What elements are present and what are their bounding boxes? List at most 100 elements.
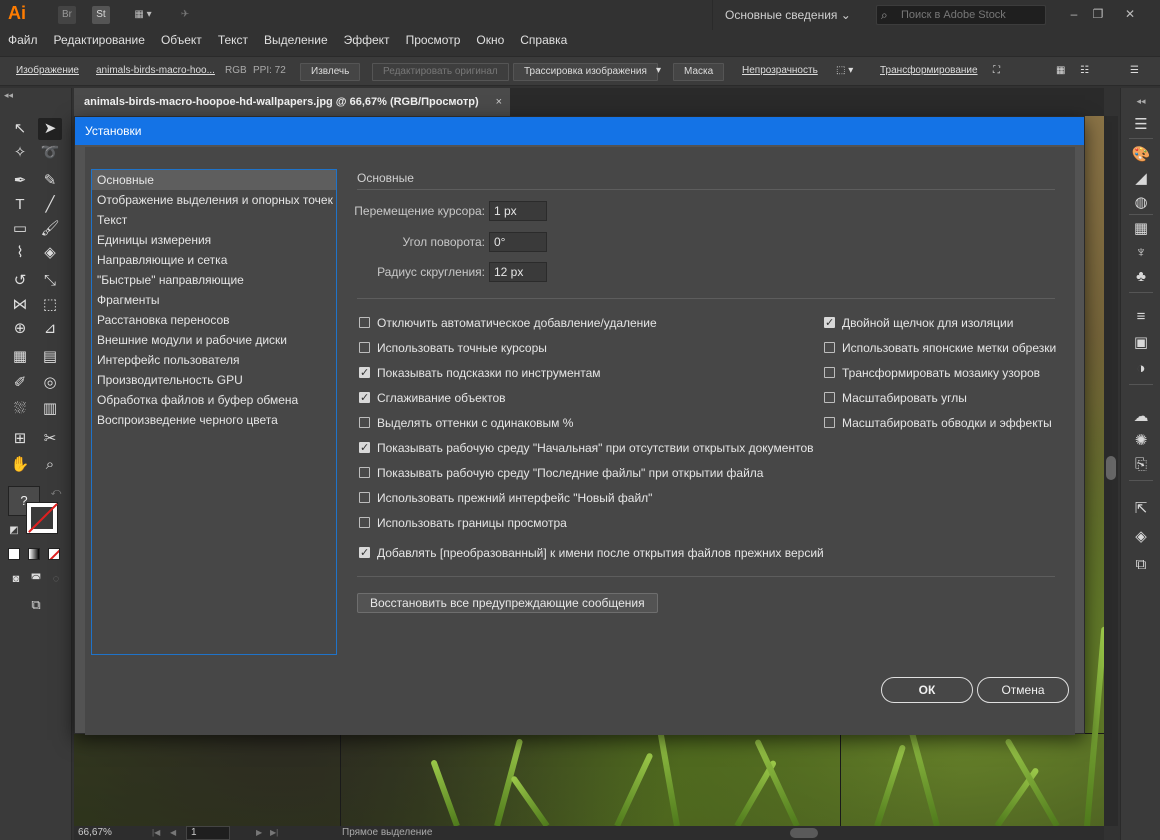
blend-tool-icon[interactable]: ◎ [38,372,62,394]
menu-object[interactable]: Объект [153,30,210,50]
type-tool-icon[interactable]: T [8,194,32,216]
curvature-tool-icon[interactable]: ✎ [38,170,62,192]
stock-button[interactable]: St [92,6,110,24]
asset-export-icon[interactable]: ⎘ [1129,454,1153,476]
category-file-handling[interactable]: Обработка файлов и буфер обмена [92,390,336,410]
zoom-tool-icon[interactable]: ⌕ [38,454,62,476]
gradient-mode-icon[interactable] [28,548,40,560]
close-tab-icon[interactable]: × [496,88,502,116]
export-panel-icon[interactable]: ⇱ [1129,498,1153,520]
panel-arrange-icon[interactable]: ▦ [1056,63,1065,79]
gradient-tool-icon[interactable]: ▤ [38,346,62,368]
horizontal-scroll-thumb[interactable] [790,828,818,838]
magic-wand-tool-icon[interactable]: ✧ [8,142,32,164]
checkbox-show-start-workspace[interactable]: Показывать рабочую среду "Начальная" при… [359,440,814,456]
checkbox-precise-cursors[interactable]: Использовать точные курсоры [359,340,547,356]
control-panel-menu-icon[interactable]: ☷ [1080,63,1089,79]
checkbox-box[interactable] [824,342,835,353]
swap-fill-stroke-icon[interactable]: ⤺ [44,482,68,504]
cancel-button[interactable]: Отмена [977,677,1069,703]
close-icon[interactable]: ✕ [1120,4,1140,24]
default-fill-stroke-icon[interactable]: ◩ [2,520,26,542]
extract-button[interactable]: Извлечь [300,63,361,81]
checkbox-box[interactable] [359,317,370,328]
checkbox-box[interactable] [824,417,835,428]
transform-link[interactable]: Трансформирование [880,63,978,79]
symbol-sprayer-tool-icon[interactable]: ⛆ [8,398,32,420]
align-to-icon[interactable]: ⬚ ▾ [836,63,853,79]
selection-tool-icon[interactable]: ↖ [8,118,32,140]
category-slices[interactable]: Фрагменты [92,290,336,310]
opacity-link[interactable]: Непрозрачность [742,63,818,79]
hand-tool-icon[interactable]: ✋ [8,454,32,476]
constrain-angle-input[interactable]: 0° [489,232,547,252]
checkbox-scale-corners[interactable]: Масштабировать углы [824,390,967,406]
eraser-tool-icon[interactable]: ◈ [38,242,62,264]
width-tool-icon[interactable]: ⋈ [8,294,32,316]
slice-tool-icon[interactable]: ✂ [38,428,62,450]
vertical-scrollbar[interactable] [1104,116,1118,826]
draw-inside-icon[interactable]: ◌ [44,568,68,590]
color-mode-icon[interactable] [8,548,20,560]
color-guide-icon[interactable]: ◢ [1129,168,1153,190]
checkbox-legacy-new-file[interactable]: Использовать прежний интерфейс "Новый фа… [359,490,652,506]
artboard-number-input[interactable]: 1 [186,826,230,840]
brushes-panel-icon[interactable]: ♆ [1129,242,1153,264]
layers-panel-icon[interactable]: ◈ [1129,526,1153,548]
artboard-tool-icon[interactable]: ⊞ [8,428,32,450]
mask-button[interactable]: Маска [673,63,725,81]
checkbox-box[interactable] [824,315,835,331]
restore-icon[interactable]: ❐ [1088,4,1108,24]
none-mode-icon[interactable] [48,548,60,560]
category-plugins-scratch-disks[interactable]: Внешние модули и рабочие диски [92,330,336,350]
checkbox-box[interactable] [824,392,835,403]
free-transform-tool-icon[interactable]: ⬚ [38,294,62,316]
scale-tool-icon[interactable]: ⤡ [38,270,62,292]
libraries-panel-icon[interactable]: ☁ [1129,406,1153,428]
document-tab[interactable]: animals-birds-macro-hoopoe-hd-wallpapers… [74,88,510,116]
category-smart-guides[interactable]: "Быстрые" направляющие [92,270,336,290]
expand-panels-icon[interactable]: ◂◂ [1129,90,1153,112]
first-artboard-icon[interactable]: |◀ [152,826,160,840]
linked-file-name[interactable]: animals-birds-macro-hoo... [96,63,215,79]
stroke-color-swatch[interactable] [26,502,58,534]
transparency-panel-icon[interactable]: ◑ [1129,358,1153,380]
checkbox-box[interactable] [359,365,370,381]
eyedropper-tool-icon[interactable]: ✐ [8,372,32,394]
mesh-tool-icon[interactable]: ▦ [8,346,32,368]
checkbox-anti-aliased-artwork[interactable]: Сглаживание объектов [359,390,506,406]
shaper-tool-icon[interactable]: ⌇ [8,242,32,264]
edit-original-button[interactable]: Редактировать оригинал [372,63,509,81]
checkbox-double-click-isolate[interactable]: Двойной щелчок для изоляции [824,315,1013,331]
checkbox-box[interactable] [359,517,370,528]
menu-effect[interactable]: Эффект [336,30,398,50]
last-artboard-icon[interactable]: ▶| [270,826,278,840]
checkbox-show-recent-files-workspace[interactable]: Показывать рабочую среду "Последние файл… [359,465,763,481]
checkbox-box[interactable] [359,390,370,406]
direct-selection-tool-icon[interactable]: ➤ [38,118,62,140]
corner-radius-input[interactable]: 12 px [489,262,547,282]
checkbox-box[interactable] [359,545,370,561]
category-gpu-performance[interactable]: Производительность GPU [92,370,336,390]
color-panel-icon[interactable]: 🎨 [1129,144,1153,166]
pen-tool-icon[interactable]: ✒ [8,170,32,192]
checkbox-append-converted[interactable]: Добавлять [преобразованный] к имени посл… [359,545,824,561]
prev-artboard-icon[interactable]: ◀ [170,826,176,840]
gpu-performance-icon[interactable]: ✈ [176,6,194,24]
checkbox-box[interactable] [359,492,370,503]
column-graph-tool-icon[interactable]: ▥ [38,398,62,420]
artboards-panel-icon[interactable]: ⧉ [1129,554,1153,576]
checkbox-select-same-tint[interactable]: Выделять оттенки с одинаковым % [359,415,573,431]
checkbox-box[interactable] [359,417,370,428]
category-general[interactable]: Основные [92,170,336,190]
category-black-appearance[interactable]: Воспроизведение черного цвета [92,410,336,430]
zoom-level[interactable]: 66,67% [78,826,112,840]
rectangle-tool-icon[interactable]: ▭ [8,218,32,240]
appearance-panel-icon[interactable]: ✺ [1129,430,1153,452]
stock-search-input[interactable]: ⌕ Поиск в Adobe Stock [876,5,1046,25]
checkbox-scale-strokes-effects[interactable]: Масштабировать обводки и эффекты [824,415,1052,431]
checkbox-transform-pattern-tiles[interactable]: Трансформировать мозаику узоров [824,365,1040,381]
menu-select[interactable]: Выделение [256,30,336,50]
category-type[interactable]: Текст [92,210,336,230]
line-tool-icon[interactable]: ╱ [38,194,62,216]
